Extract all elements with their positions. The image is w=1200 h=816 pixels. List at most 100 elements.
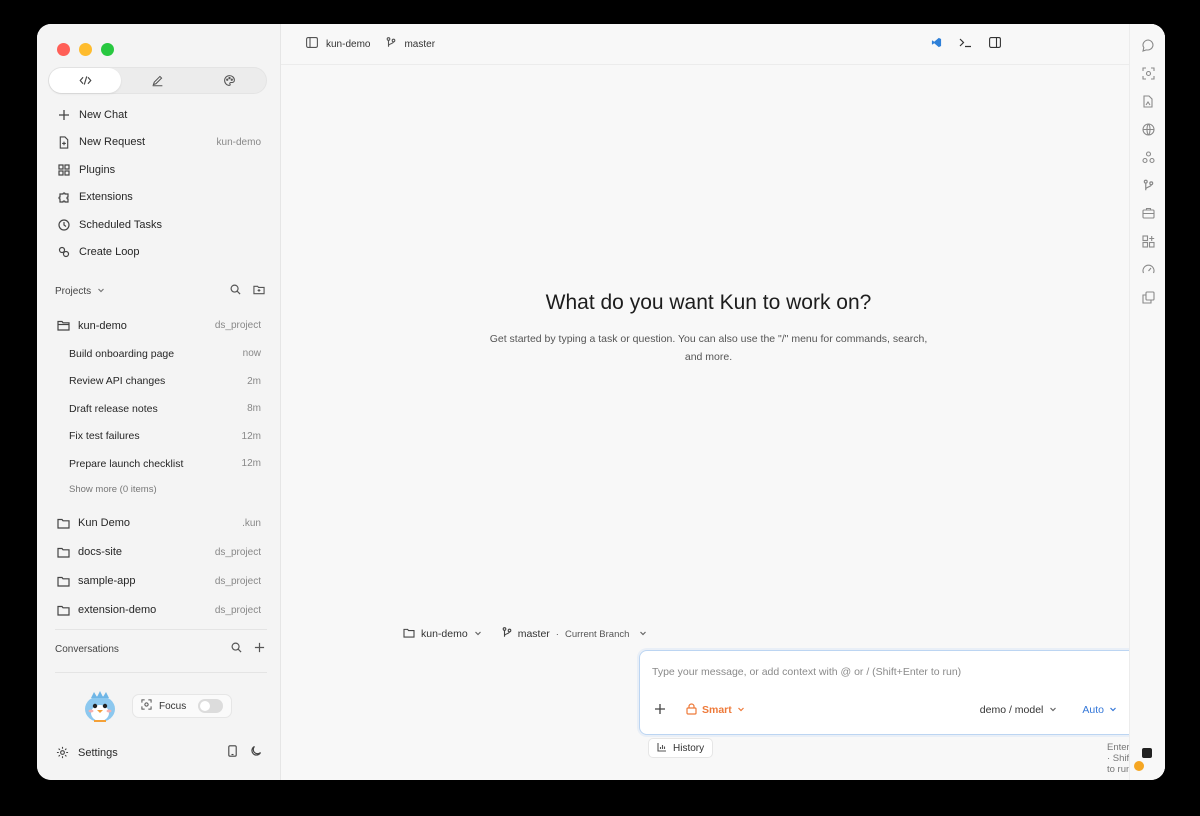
chevron-down-icon [474,628,482,640]
message-composer[interactable]: Type your message, or add context with @… [639,650,1165,735]
code-icon [79,76,92,85]
thread-time: 2m [247,375,261,387]
topbar-actions [931,37,1001,51]
chevron-down-icon [639,628,647,640]
show-more-link[interactable]: Show more (0 items) [48,478,270,502]
thread-title: Review API changes [69,375,166,388]
focus-switch[interactable] [198,699,223,713]
project-name: sample-app [78,575,136,587]
mode-write-tab[interactable] [121,68,193,93]
folder-icon [57,518,70,529]
conversations-label: Conversations [55,643,119,655]
nav-new-chat[interactable]: New Chat [48,101,270,129]
bottom-bar: Focus [79,685,232,727]
project-name: Kun Demo [78,517,130,529]
breadcrumb-project[interactable]: kun-demo [326,39,370,50]
puzzle-icon [57,191,70,204]
avatar[interactable] [79,685,121,727]
gear-icon [56,746,69,759]
search-icon[interactable] [231,642,242,656]
smart-mode-selector[interactable]: Smart [686,702,745,718]
plus-icon[interactable] [254,642,265,656]
thread-item[interactable]: Draft release notes 8m [48,395,270,423]
apps-icon[interactable] [1141,234,1155,248]
thread-item[interactable]: Review API changes 2m [48,368,270,396]
auto-selector[interactable]: Auto [1082,704,1117,716]
git-branch-icon [386,37,396,51]
chat-bubble-icon[interactable] [1141,38,1155,52]
git-branch-icon [502,627,512,641]
git-branch-icon[interactable] [1141,178,1155,192]
project-selector[interactable]: kun-demo [403,628,482,641]
history-button[interactable]: History [648,738,714,758]
message-input[interactable]: Type your message, or add context with @… [652,666,961,678]
nav-label: New Chat [79,108,128,121]
branch-selector-label: master [517,628,550,640]
sidebar-toggle-icon[interactable] [306,37,318,51]
shapes-icon[interactable] [1141,150,1155,164]
briefcase-icon[interactable] [1141,206,1155,220]
breadcrumb-branch[interactable]: master [404,39,435,50]
auto-label: Auto [1082,704,1104,716]
thread-item[interactable]: Fix test failures 12m [48,423,270,451]
phone-icon[interactable] [228,745,237,760]
file-image-icon[interactable] [1141,94,1155,108]
status-badge [1142,748,1152,758]
project-name: kun-demo [78,319,127,332]
branch-separator: · [555,628,559,640]
breadcrumb: kun-demo [306,37,370,51]
mode-design-tab[interactable] [194,68,266,93]
scan-icon[interactable] [1141,66,1155,80]
chevron-down-icon [1109,704,1117,716]
branch-selector[interactable]: master · Current Branch [502,627,648,641]
project-meta: .kun [242,517,261,529]
thread-item[interactable]: Prepare launch checklist 12m [48,450,270,478]
project-kun-demo[interactable]: kun-demo ds_project [48,311,270,340]
nav-label: Plugins [79,163,116,176]
project-selector-label: kun-demo [421,628,468,640]
add-attachment-button[interactable] [654,703,666,718]
project-docs-site[interactable]: docs-site ds_project [48,538,270,567]
folder-icon [57,605,70,616]
project-name: docs-site [78,546,123,558]
history-label: History [673,742,705,754]
thread-title: Draft release notes [69,402,158,415]
settings-button[interactable]: Settings [78,747,118,759]
close-window-button[interactable] [57,43,70,56]
settings-row: Settings [56,745,262,760]
app-window: New Chat New Request kun-demo Plugins Ex… [37,24,1165,780]
nav-plugins[interactable]: Plugins [48,156,270,184]
nav-create-loop[interactable]: Create Loop [48,239,270,267]
vscode-icon[interactable] [931,37,942,51]
project-sample-app[interactable]: sample-app ds_project [48,567,270,596]
minimize-window-button[interactable] [79,43,92,56]
globe-icon[interactable] [1141,122,1155,136]
search-icon[interactable] [230,284,241,298]
panel-toggle-icon[interactable] [989,37,1001,51]
projects-list: kun-demo ds_project Build onboarding pag… [48,311,270,625]
focus-toggle-pill[interactable]: Focus [132,694,232,718]
plus-icon [57,108,70,121]
clock-icon [57,218,70,231]
right-rail [1129,24,1165,780]
maximize-window-button[interactable] [101,43,114,56]
terminal-icon[interactable] [959,37,972,51]
project-extension-demo[interactable]: extension-demo ds_project [48,596,270,625]
thread-time: 12m [241,430,261,442]
new-folder-icon[interactable] [253,284,265,298]
window-controls [57,43,114,56]
project-meta: ds_project [214,575,261,587]
sidebar: New Chat New Request kun-demo Plugins Ex… [37,24,281,780]
copy-icon[interactable] [1141,290,1155,304]
model-selector[interactable]: demo / model [980,704,1058,716]
nav-new-request[interactable]: New Request kun-demo [48,129,270,157]
divider [55,672,267,673]
nav-scheduled-tasks[interactable]: Scheduled Tasks [48,211,270,239]
nav-extensions[interactable]: Extensions [48,184,270,212]
gauge-icon[interactable] [1141,262,1155,276]
mode-code-tab[interactable] [49,68,122,93]
thread-item[interactable]: Build onboarding page now [48,340,270,368]
project-kun-demo-kun[interactable]: Kun Demo .kun [48,509,270,538]
chevron-down-icon[interactable] [97,286,105,297]
moon-icon[interactable] [250,745,262,760]
